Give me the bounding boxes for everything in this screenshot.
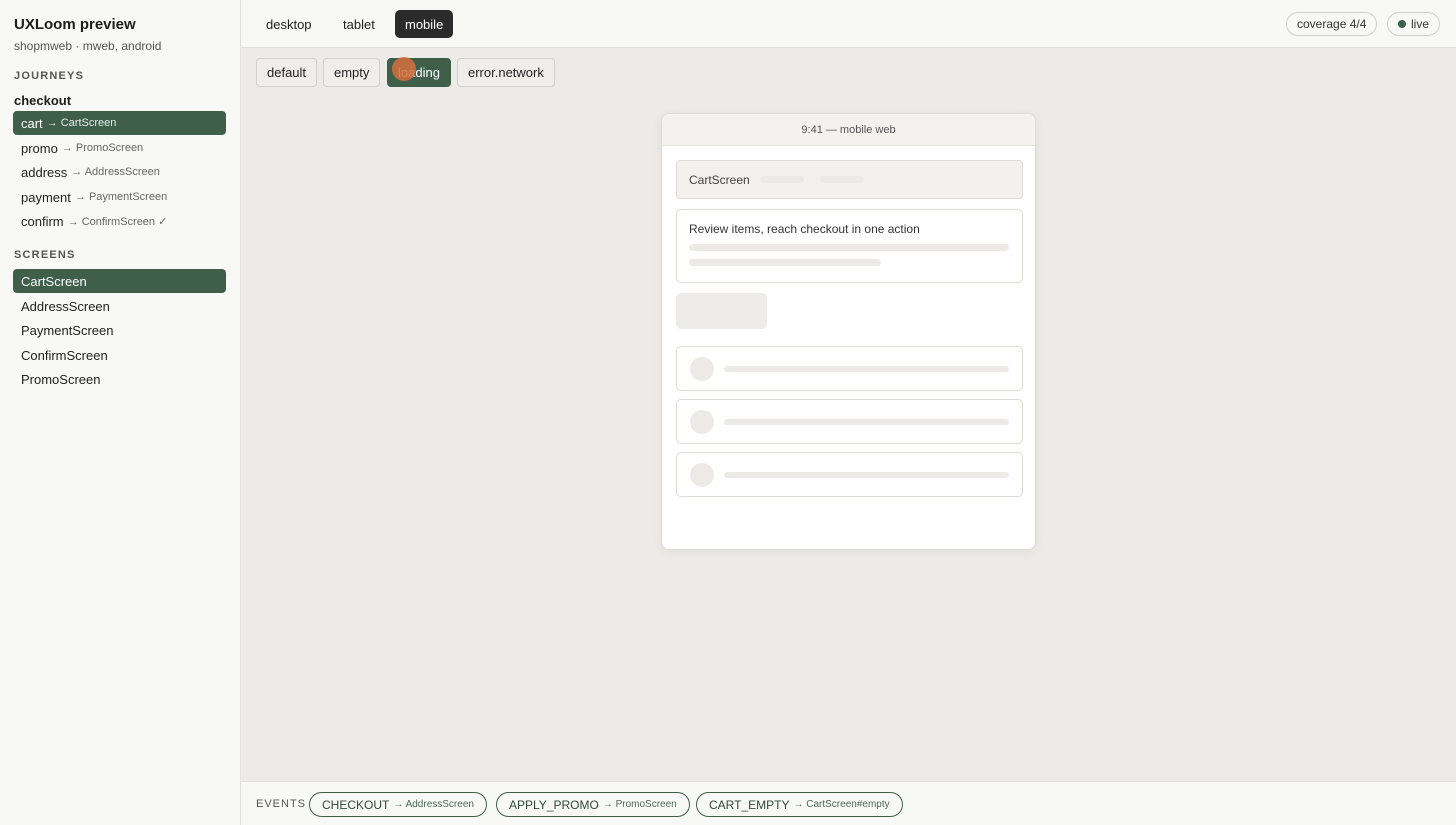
- skeleton-list-item: [676, 346, 1023, 391]
- journey-step-label: payment: [21, 189, 71, 205]
- viewport-toolbar: desktop tablet mobile coverage 4/4 live: [241, 0, 1456, 48]
- journey-step-target: → CartScreen: [46, 117, 117, 129]
- header-skeleton-1: [759, 176, 804, 183]
- sidebar: UXLoom preview shopmweb · mweb, android …: [0, 0, 241, 825]
- state-tab-loading[interactable]: loading: [387, 58, 451, 87]
- state-tab-error-network[interactable]: error.network: [457, 58, 555, 87]
- screen-item-label: ConfirmScreen: [21, 347, 108, 363]
- journey-step-promo[interactable]: promo → PromoScreen: [13, 136, 226, 160]
- screen-item-label: PaymentScreen: [21, 322, 114, 338]
- screen-item-confirmscreen[interactable]: ConfirmScreen: [13, 343, 226, 367]
- journey-step-address[interactable]: address → AddressScreen: [13, 160, 226, 184]
- journey-step-target: → PaymentScreen: [74, 191, 168, 203]
- journey-step-confirm[interactable]: confirm → ConfirmScreen ✓: [13, 209, 226, 233]
- screen-header: CartScreen: [676, 160, 1023, 199]
- live-status-icon: [1398, 20, 1406, 28]
- journey-step-label: address: [21, 164, 68, 180]
- screen-item-paymentscreen[interactable]: PaymentScreen: [13, 318, 226, 342]
- journey-step-label: cart: [21, 115, 43, 131]
- events-bar: EVENTS CHECKOUT → AddressScreen APPLY_PR…: [241, 781, 1456, 825]
- live-badge[interactable]: live: [1387, 12, 1441, 36]
- viewport-mobile-button[interactable]: mobile: [395, 10, 454, 38]
- skeleton-button: [676, 293, 767, 329]
- skeleton-list-item: [676, 399, 1023, 444]
- live-label: live: [1411, 17, 1430, 31]
- event-name: APPLY_PROMO: [509, 797, 599, 812]
- event-target: → PromoScreen: [602, 799, 677, 810]
- event-name: CART_EMPTY: [709, 797, 790, 812]
- state-tab-empty[interactable]: empty: [323, 58, 381, 87]
- app-subtitle: shopmweb · mweb, android: [14, 39, 162, 53]
- coverage-badge: coverage 4/4: [1286, 12, 1378, 36]
- event-target: → AddressScreen: [393, 799, 474, 810]
- journey-step-label: confirm: [21, 213, 64, 229]
- events-label: EVENTS: [256, 798, 307, 810]
- journey-name: checkout: [14, 93, 72, 108]
- skeleton-line: [689, 259, 881, 266]
- journey-step-target: → AddressScreen: [71, 166, 160, 178]
- skeleton-avatar: [690, 410, 714, 434]
- screen-description: Review items, reach checkout in one acti…: [689, 222, 920, 236]
- event-apply-promo[interactable]: APPLY_PROMO → PromoScreen: [496, 792, 690, 817]
- device-preview: 9:41 — mobile web CartScreen Review item…: [661, 113, 1036, 550]
- screens-label: SCREENS: [14, 249, 76, 261]
- journeys-label: JOURNEYS: [14, 70, 85, 82]
- screen-item-promoscreen[interactable]: PromoScreen: [13, 367, 226, 391]
- description-card: Review items, reach checkout in one acti…: [676, 209, 1023, 283]
- screen-name-label: CartScreen: [689, 172, 750, 187]
- event-checkout[interactable]: CHECKOUT → AddressScreen: [309, 792, 487, 817]
- skeleton-line: [689, 244, 1009, 251]
- skeleton-line: [724, 472, 1009, 478]
- journey-step-label: promo: [21, 140, 58, 156]
- app-title: UXLoom preview: [14, 16, 136, 33]
- journey-step-target: → PromoScreen: [61, 142, 144, 154]
- event-target: → CartScreen#empty: [793, 799, 890, 810]
- screen-item-label: PromoScreen: [21, 371, 101, 387]
- viewport-tablet-button[interactable]: tablet: [333, 10, 385, 38]
- skeleton-line: [724, 366, 1009, 372]
- skeleton-line: [724, 419, 1009, 425]
- journey-step-payment[interactable]: payment → PaymentScreen: [13, 185, 226, 209]
- screen-item-label: AddressScreen: [21, 298, 110, 314]
- skeleton-list-item: [676, 452, 1023, 497]
- skeleton-avatar: [690, 463, 714, 487]
- screen-item-cartscreen[interactable]: CartScreen: [13, 269, 226, 293]
- skeleton-avatar: [690, 357, 714, 381]
- journey-step-cart[interactable]: cart → CartScreen: [13, 111, 226, 135]
- event-cart-empty[interactable]: CART_EMPTY → CartScreen#empty: [696, 792, 903, 817]
- device-status-bar: 9:41 — mobile web: [662, 114, 1035, 146]
- state-tab-default[interactable]: default: [256, 58, 318, 87]
- screen-item-addressscreen[interactable]: AddressScreen: [13, 294, 226, 318]
- journey-step-target: → ConfirmScreen ✓: [67, 215, 168, 228]
- screen-item-label: CartScreen: [21, 273, 87, 289]
- viewport-desktop-button[interactable]: desktop: [256, 10, 322, 38]
- header-skeleton-2: [819, 176, 864, 183]
- event-name: CHECKOUT: [322, 797, 390, 812]
